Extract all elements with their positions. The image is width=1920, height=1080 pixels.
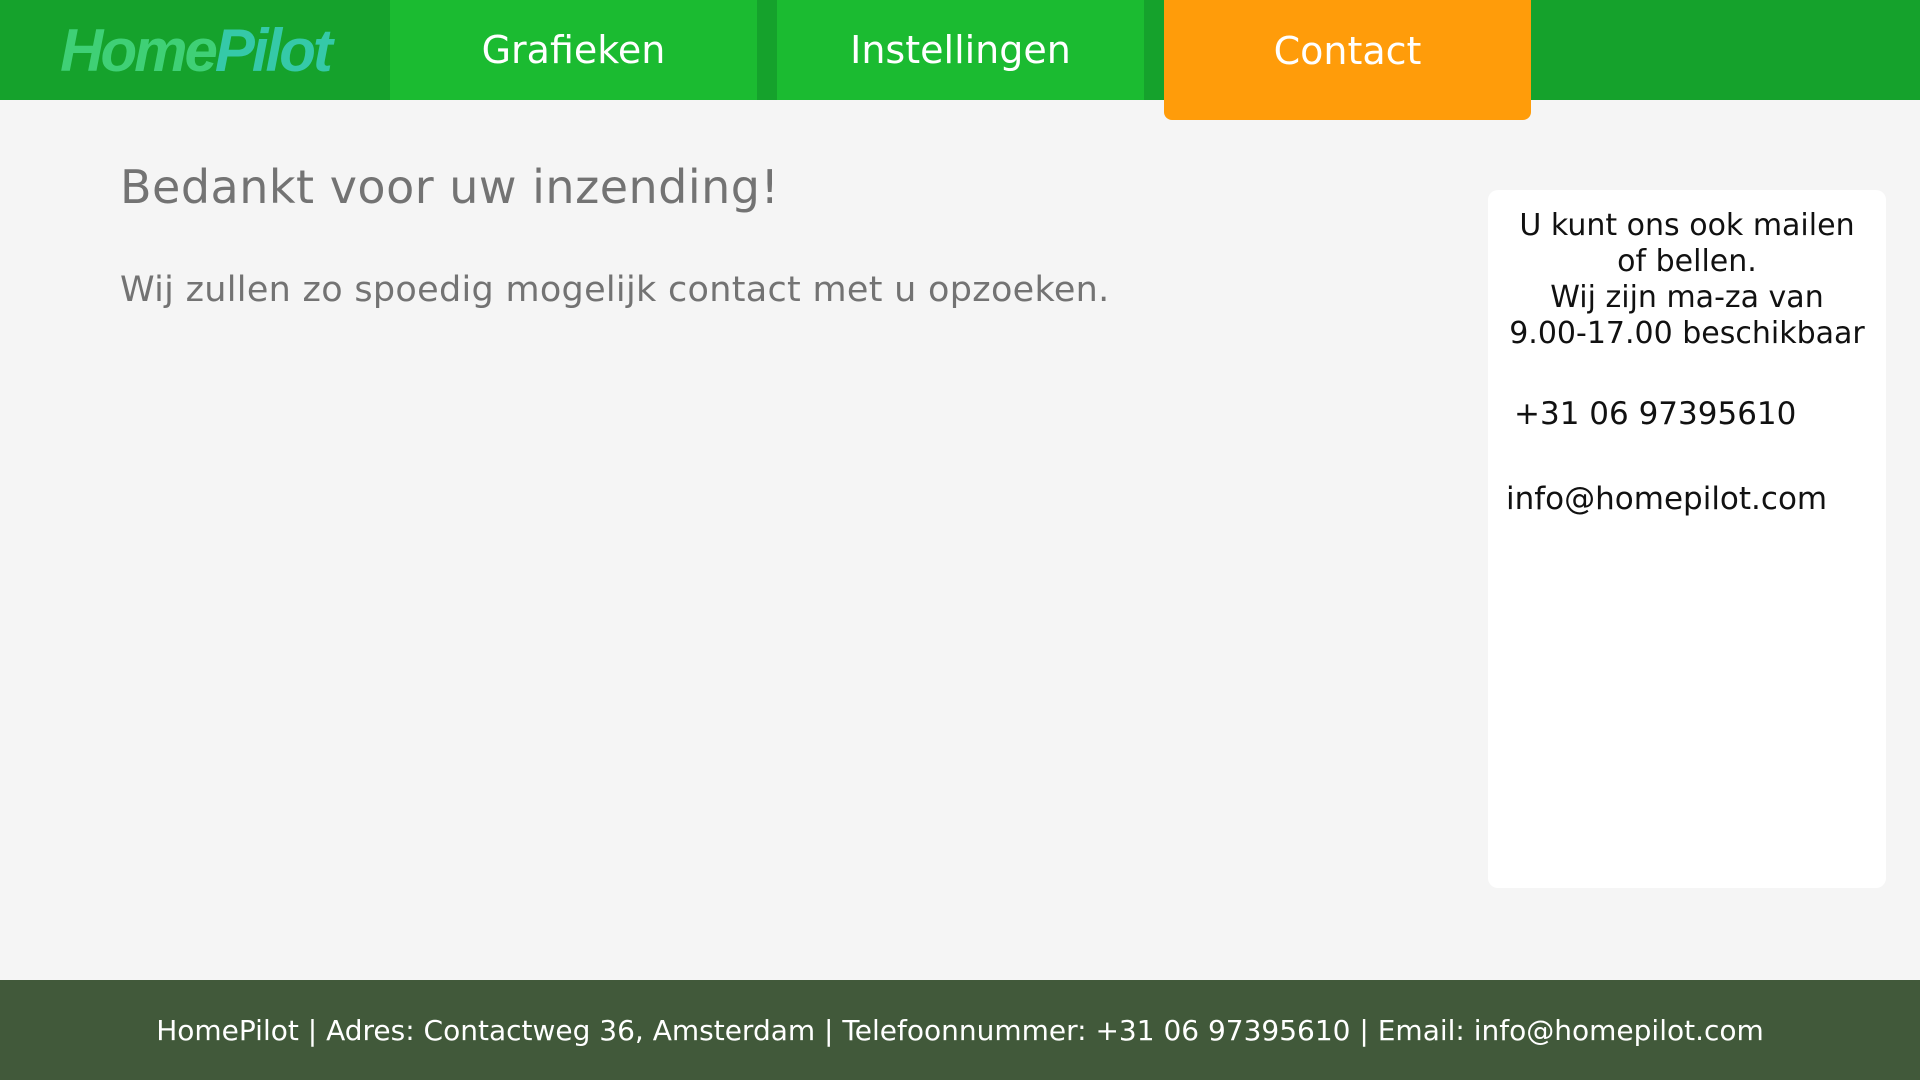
- top-navigation: Home Pilot Grafieken Instellingen Contact: [0, 0, 1920, 120]
- contact-intro-line: of bellen.: [1617, 244, 1757, 279]
- confirmation-message: Wij zullen zo spoedig mogelijk contact m…: [120, 270, 1110, 310]
- logo-text-home: Home: [60, 16, 218, 84]
- contact-email: info@homepilot.com: [1506, 481, 1828, 517]
- tab-grafieken[interactable]: Grafieken: [390, 0, 757, 100]
- contact-phone: +31 06 97395610: [1514, 396, 1797, 432]
- footer-text: HomePilot | Adres: Contactweg 36, Amster…: [156, 1013, 1764, 1047]
- tab-instellingen[interactable]: Instellingen: [777, 0, 1144, 100]
- footer: HomePilot | Adres: Contactweg 36, Amster…: [0, 980, 1920, 1080]
- tab-contact[interactable]: Contact: [1164, 0, 1531, 120]
- logo-text-pilot: Pilot: [214, 16, 333, 84]
- contact-intro-line: U kunt ons ook mailen: [1519, 208, 1855, 243]
- contact-intro-line: Wij zijn ma-za van: [1550, 280, 1824, 315]
- contact-intro: U kunt ons ook mailen of bellen. Wij zij…: [1498, 208, 1876, 352]
- contact-intro-line: 9.00-17.00 beschikbaar: [1509, 316, 1865, 351]
- page-title: Bedankt voor uw inzending!: [120, 160, 780, 214]
- homepilot-logo[interactable]: Home Pilot: [0, 0, 390, 100]
- contact-info-card: U kunt ons ook mailen of bellen. Wij zij…: [1488, 190, 1886, 888]
